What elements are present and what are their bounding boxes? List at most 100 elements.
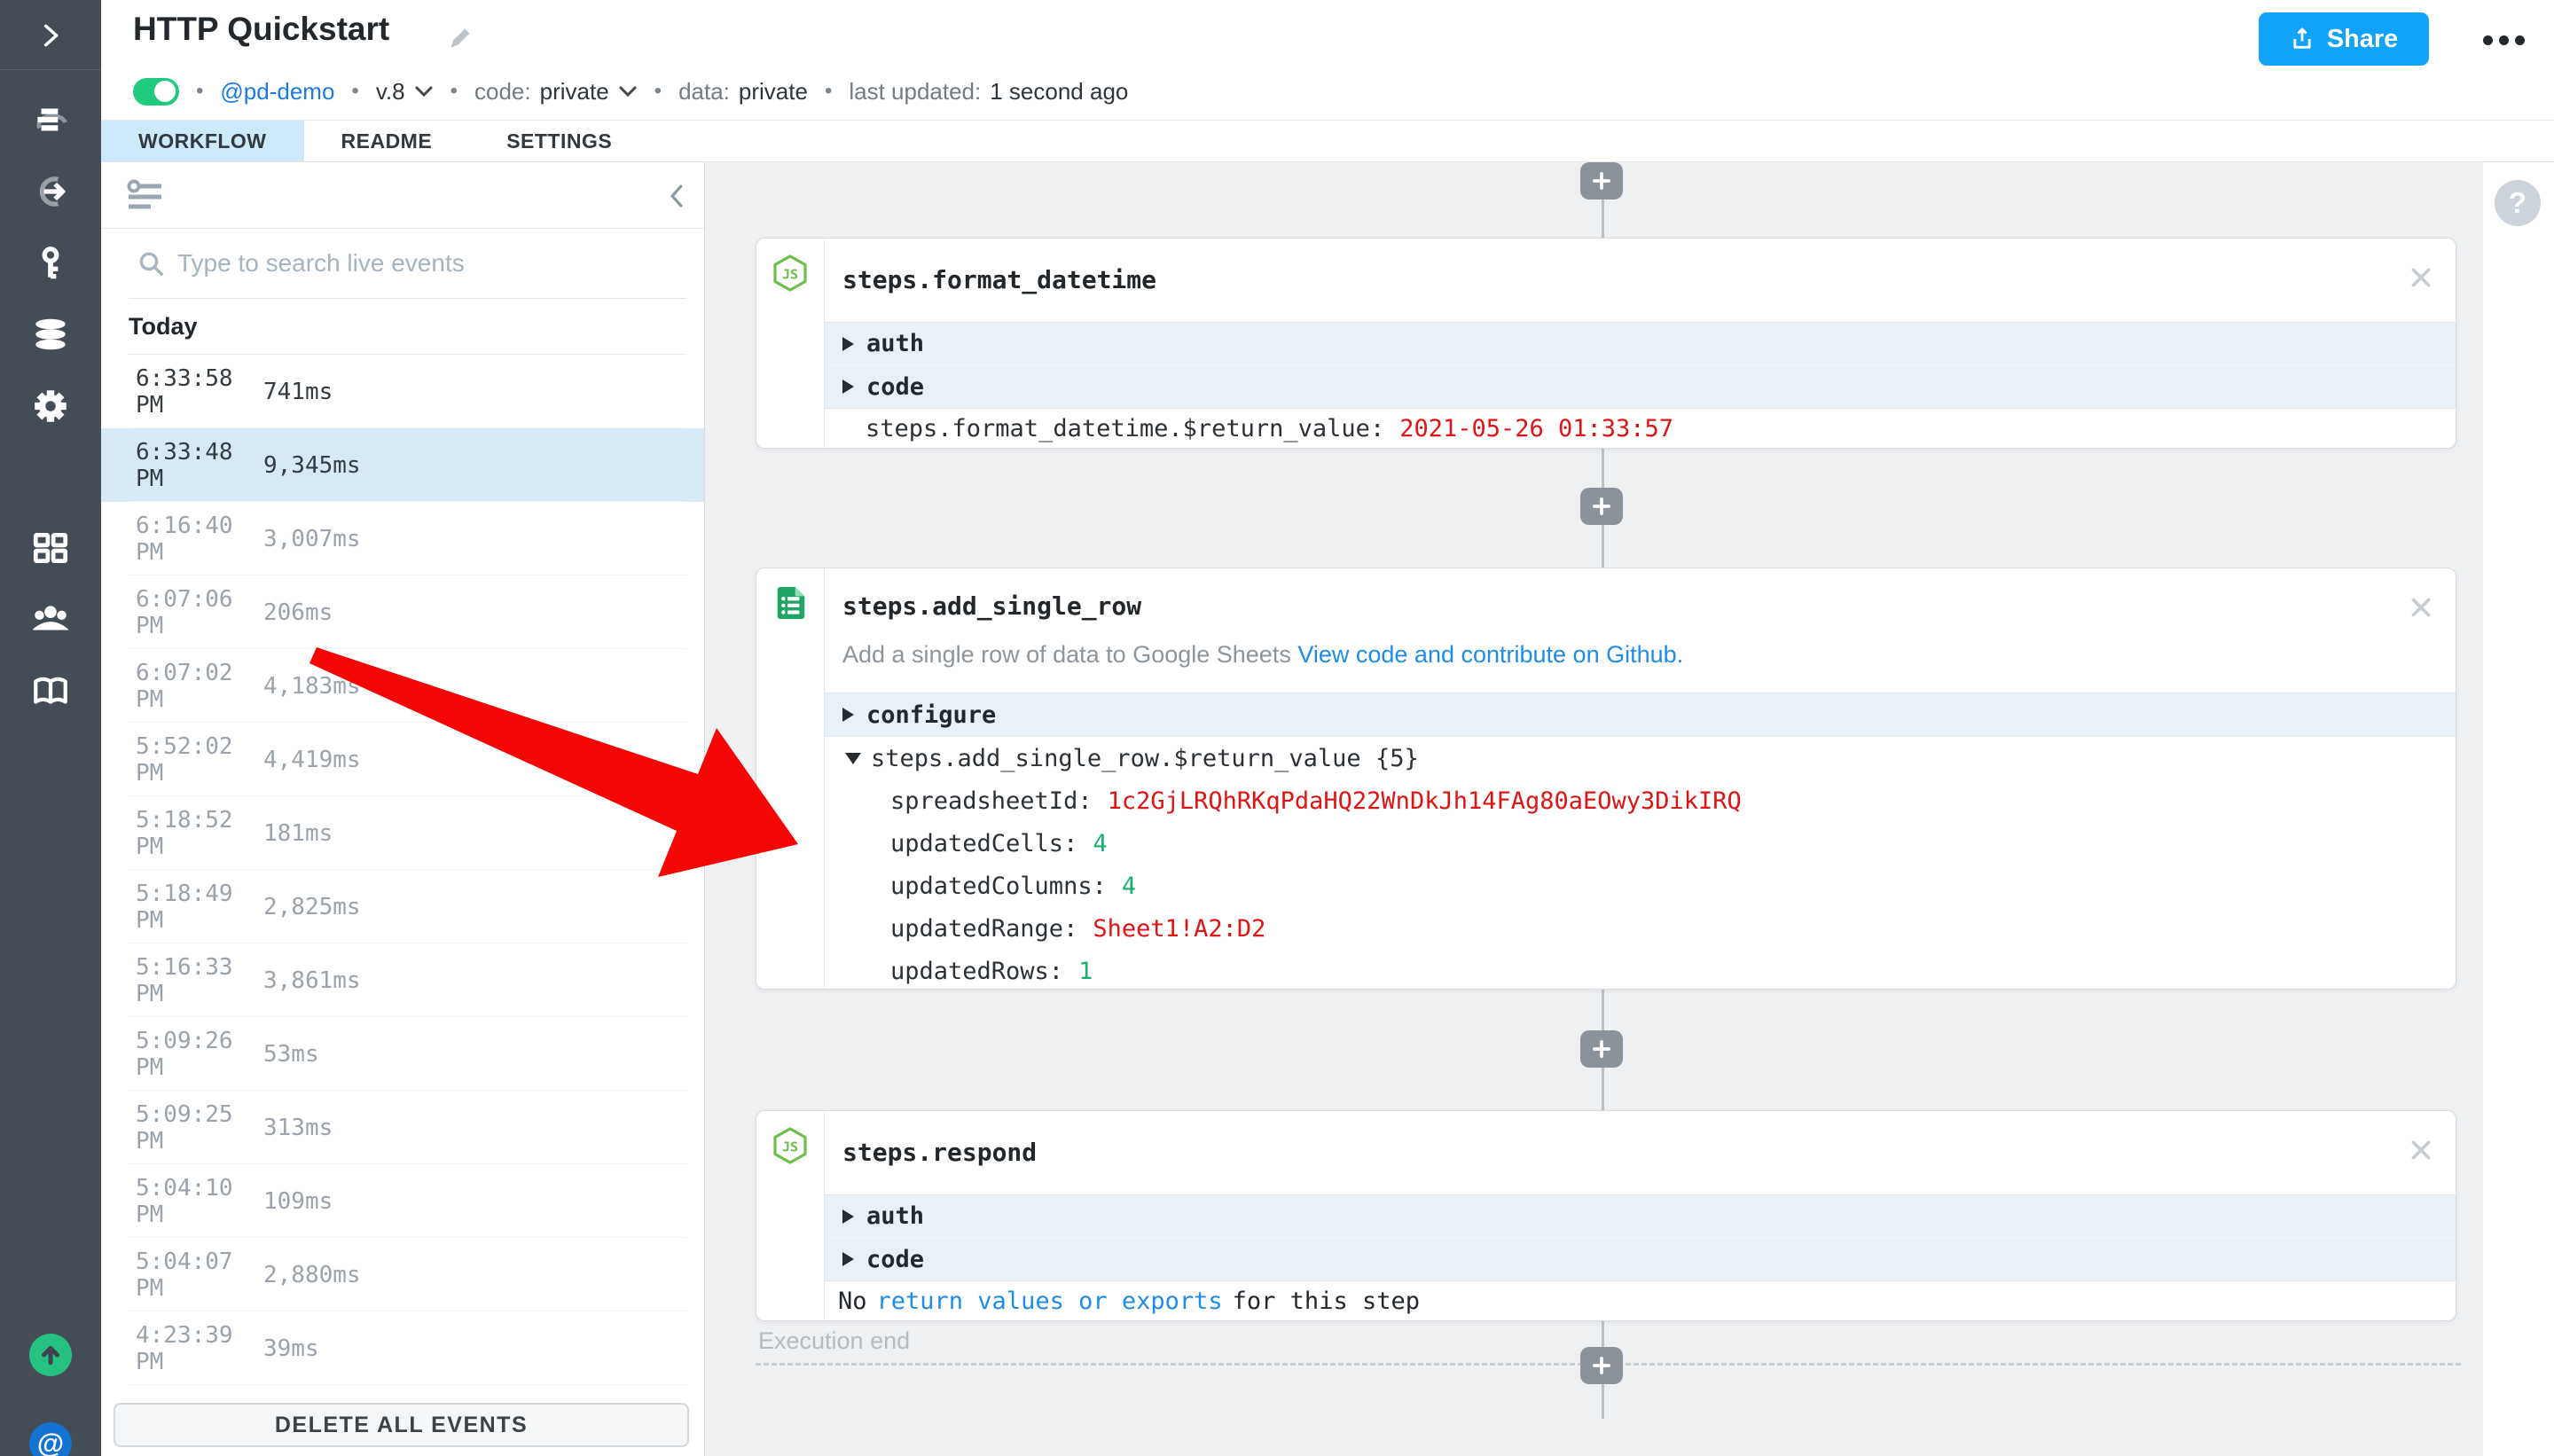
- return-field: updatedRange: Sheet1!A2:D2: [825, 907, 2456, 950]
- event-time: 6:33:58 PM: [136, 365, 263, 419]
- tab-workflow[interactable]: WORKFLOW: [101, 121, 304, 161]
- tab-settings[interactable]: SETTINGS: [469, 121, 649, 161]
- add-step-button-1[interactable]: [1580, 162, 1623, 200]
- event-time: 5:18:49 PM: [136, 881, 263, 934]
- database-icon: [30, 314, 71, 355]
- events-group-label: Today: [129, 299, 686, 355]
- event-list-item[interactable]: 5:04:07 PM 2,880ms: [101, 1238, 704, 1311]
- app-root: @ HTTP Quickstart Share • @pd-demo • v.8: [0, 0, 2554, 1456]
- owner-link[interactable]: @pd-demo: [220, 78, 334, 106]
- event-list-item[interactable]: 6:07:06 PM 206ms: [101, 575, 704, 649]
- plus-icon: [1590, 1037, 1613, 1061]
- event-list-item[interactable]: 6:33:48 PM 9,345ms: [101, 428, 704, 502]
- close-step-button[interactable]: [2401, 260, 2438, 297]
- data-visibility: data: private: [678, 78, 808, 106]
- collapse-panel-button[interactable]: [658, 179, 693, 215]
- event-list-item[interactable]: 6:07:02 PM 4,183ms: [101, 649, 704, 723]
- event-sources-icon: [30, 171, 71, 212]
- section-auth[interactable]: auth: [825, 323, 2456, 365]
- event-time: 6:07:02 PM: [136, 660, 263, 713]
- plus-icon: [1590, 1354, 1613, 1377]
- close-step-button[interactable]: [2401, 1132, 2438, 1170]
- sidebar-item-event-sources[interactable]: [29, 170, 72, 213]
- event-list-item[interactable]: 4:23:39 PM 39ms: [101, 1311, 704, 1385]
- google-sheets-icon: [772, 583, 809, 622]
- avatar-glyph: @: [37, 1428, 64, 1456]
- event-time: 4:23:39 PM: [136, 1322, 263, 1375]
- section-code[interactable]: code: [825, 365, 2456, 408]
- tab-readme[interactable]: README: [304, 121, 470, 161]
- event-list-item[interactable]: 5:04:10 PM 109ms: [101, 1164, 704, 1238]
- event-list-item[interactable]: 6:33:58 PM 741ms: [101, 355, 704, 428]
- more-menu-button[interactable]: [2476, 23, 2531, 57]
- help-button[interactable]: ?: [2495, 180, 2541, 226]
- sidebar-item-docs[interactable]: [29, 669, 72, 712]
- section-code[interactable]: code: [825, 1238, 2456, 1280]
- expander-triangle-icon: [842, 1252, 854, 1266]
- add-step-button-4[interactable]: [1580, 1347, 1623, 1384]
- pencil-icon: [444, 22, 476, 54]
- no-return-row: No return values or exports for this ste…: [825, 1280, 2456, 1320]
- delete-all-events-button[interactable]: DELETE ALL EVENTS: [114, 1403, 689, 1447]
- section-auth[interactable]: auth: [825, 1195, 2456, 1238]
- event-list-item[interactable]: 5:16:33 PM 3,861ms: [101, 943, 704, 1017]
- version-dropdown[interactable]: v.8: [376, 78, 434, 106]
- event-duration: 9,345ms: [263, 452, 361, 479]
- event-list-item[interactable]: 5:09:25 PM 313ms: [101, 1091, 704, 1164]
- account-avatar[interactable]: @: [29, 1422, 72, 1456]
- event-list-item[interactable]: 5:18:49 PM 2,825ms: [101, 870, 704, 943]
- event-list-item[interactable]: 5:52:02 PM 4,419ms: [101, 723, 704, 796]
- sidebar-item-data-stores[interactable]: [29, 313, 72, 356]
- sidebar-item-apps[interactable]: [29, 527, 72, 569]
- sidebar-item-accounts[interactable]: [29, 242, 72, 285]
- plus-icon: [1590, 495, 1613, 518]
- step-card-respond: JS steps.respond auth: [756, 1110, 2456, 1321]
- event-time: 5:16:33 PM: [136, 954, 263, 1007]
- last-updated: last updated: 1 second ago: [849, 78, 1128, 106]
- close-step-button[interactable]: [2401, 590, 2438, 627]
- step-title: steps.add_single_row: [842, 591, 1141, 621]
- step-title: steps.format_datetime: [842, 265, 1156, 294]
- step-title: steps.respond: [842, 1138, 1037, 1167]
- exports-docs-link[interactable]: return values or exports: [877, 1288, 1223, 1315]
- search-icon: [137, 250, 166, 278]
- close-icon: [2406, 1135, 2436, 1165]
- event-time: 5:04:10 PM: [136, 1175, 263, 1228]
- step-icon-column: JS: [756, 239, 825, 448]
- code-visibility-dropdown[interactable]: code: private: [474, 78, 638, 106]
- upgrade-button[interactable]: [29, 1334, 72, 1376]
- return-value: 2021-05-26 01:33:57: [1399, 415, 1673, 442]
- sidebar-item-settings[interactable]: [29, 385, 72, 427]
- edit-title-button[interactable]: [439, 20, 478, 59]
- svg-text:JS: JS: [782, 267, 798, 283]
- sidebar-expand-button[interactable]: [29, 14, 72, 57]
- execution-end-label: Execution end: [758, 1327, 910, 1355]
- return-field: updatedRows: 1: [825, 950, 2456, 990]
- workflow-canvas: JS steps.format_datetime auth: [705, 162, 2483, 1456]
- sidebar-item-workflows[interactable]: [29, 98, 72, 141]
- sidebar-item-community[interactable]: [29, 598, 72, 640]
- close-icon: [2406, 262, 2436, 293]
- plus-icon: [1590, 169, 1613, 192]
- section-configure[interactable]: configure: [825, 693, 2456, 736]
- page-title: HTTP Quickstart: [133, 11, 389, 48]
- return-value-expander[interactable]: steps.add_single_row.$return_value {5}: [825, 737, 2456, 779]
- github-link[interactable]: View code and contribute on Github.: [1297, 641, 1683, 668]
- add-step-button-2[interactable]: [1580, 488, 1623, 525]
- share-label: Share: [2327, 25, 2399, 54]
- event-list-item[interactable]: 5:09:26 PM 53ms: [101, 1017, 704, 1091]
- apps-grid-icon: [30, 528, 71, 568]
- filter-events-button[interactable]: [121, 178, 161, 215]
- workflows-icon: [30, 99, 71, 140]
- event-time: 6:16:40 PM: [136, 513, 263, 566]
- people-icon: [30, 599, 71, 639]
- chevron-right-icon: [36, 21, 65, 50]
- event-duration: 3,861ms: [263, 967, 361, 994]
- step-card-format-datetime: JS steps.format_datetime auth: [756, 238, 2456, 449]
- event-list-item[interactable]: 5:18:52 PM 181ms: [101, 796, 704, 870]
- share-button[interactable]: Share: [2259, 12, 2429, 66]
- event-list-item[interactable]: 6:16:40 PM 3,007ms: [101, 502, 704, 575]
- search-input[interactable]: [176, 240, 654, 286]
- add-step-button-3[interactable]: [1580, 1030, 1623, 1068]
- deploy-toggle[interactable]: [133, 78, 179, 106]
